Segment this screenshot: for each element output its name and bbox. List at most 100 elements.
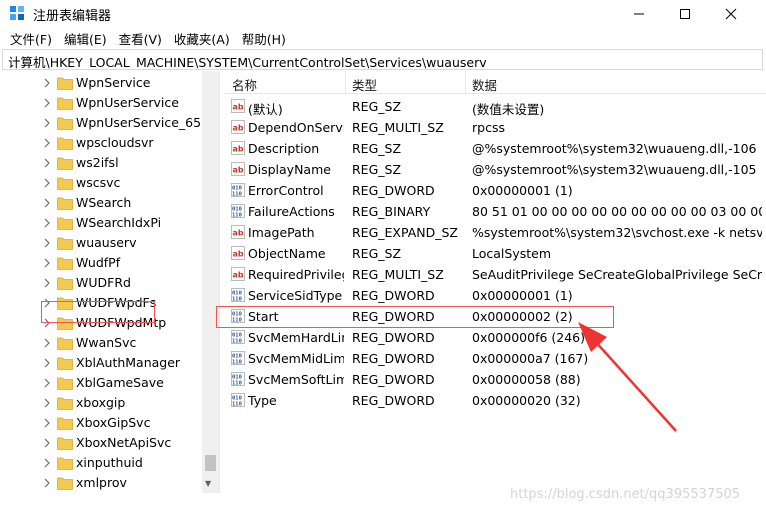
folder-icon xyxy=(57,457,73,470)
tree-item-wpnuserservice_6510[interactable]: WpnUserService_6510 xyxy=(2,113,217,133)
chevron-right-icon[interactable] xyxy=(42,237,52,249)
value-row-errorcontrol[interactable]: 010 110 ErrorControl REG_DWORD 0x00000001 (1… xyxy=(224,180,766,201)
chevron-right-icon[interactable] xyxy=(42,97,52,109)
folder-icon xyxy=(57,377,73,390)
value-row-description[interactable]: ab Description REG_SZ @%systemroot%\system3… xyxy=(224,138,766,159)
scroll-down-arrow-icon[interactable]: ▼ xyxy=(205,479,211,488)
value-row-requiredprivileges[interactable]: ab RequiredPrivileges REG_MULTI_SZ SeAuditP… xyxy=(224,264,766,285)
tree-item-wsearchidxpi[interactable]: WSearchIdxPi xyxy=(2,213,202,233)
value-row-dependonservice[interactable]: ab DependOnService REG_MULTI_SZ rpcss xyxy=(224,117,766,138)
chevron-right-icon[interactable] xyxy=(42,457,52,469)
folder-icon xyxy=(57,357,73,370)
chevron-right-icon[interactable] xyxy=(42,337,52,349)
tree-item-wuauserv[interactable]: wuauserv xyxy=(2,233,202,253)
maximize-button[interactable] xyxy=(662,0,708,27)
chevron-right-icon[interactable] xyxy=(42,217,52,229)
menu-favorites[interactable]: 收藏夹(A) xyxy=(168,29,236,48)
value-data: @%systemroot%\system32\wuaueng.dll,-106 xyxy=(472,141,757,156)
tree-item-xblgamesave[interactable]: XblGameSave xyxy=(2,373,202,393)
tree-item-wsearch[interactable]: WSearch xyxy=(2,193,202,213)
minimize-button[interactable] xyxy=(616,0,662,27)
menu-view[interactable]: 查看(V) xyxy=(113,29,168,48)
tree-item-ws2ifsl[interactable]: ws2ifsl xyxy=(2,153,202,173)
tree-item-xmlprov[interactable]: xmlprov xyxy=(2,473,202,493)
value-type: REG_DWORD xyxy=(352,330,435,345)
value-name: RequiredPrivileges xyxy=(248,267,344,282)
chevron-right-icon[interactable] xyxy=(42,417,52,429)
value-row-imagepath[interactable]: ab ImagePath REG_EXPAND_SZ %systemroot%\sys… xyxy=(224,222,766,243)
binary-value-icon: 010110 xyxy=(231,372,245,386)
chevron-right-icon[interactable] xyxy=(42,177,52,189)
value-row-displayname[interactable]: ab DisplayName REG_SZ @%systemroot%\system3… xyxy=(224,159,766,180)
tree-item-wscsvc[interactable]: wscsvc xyxy=(2,173,202,193)
string-value-icon: ab xyxy=(231,99,245,113)
value-type: REG_MULTI_SZ xyxy=(352,120,444,135)
tree-item-wpnservice[interactable]: WpnService xyxy=(2,73,202,93)
chevron-right-icon[interactable] xyxy=(42,277,52,289)
chevron-right-icon[interactable] xyxy=(42,197,52,209)
value-row-failureactions[interactable]: 010 110 FailureActions REG_BINARY 80 51 01 0… xyxy=(224,201,766,222)
tree-item-xinputhuid[interactable]: xinputhuid xyxy=(2,453,202,473)
folder-icon xyxy=(57,117,73,130)
menu-help[interactable]: 帮助(H) xyxy=(236,29,292,48)
tree-item-wwansvc[interactable]: WwanSvc xyxy=(2,333,202,353)
value-data: 0x00000001 (1) xyxy=(472,183,573,198)
chevron-right-icon[interactable] xyxy=(42,77,52,89)
value-row-type[interactable]: 010 110 Type REG_DWORD 0x00000020 (32) xyxy=(224,390,766,411)
column-header-type[interactable]: 类型 xyxy=(352,75,377,94)
binary-value-icon: 010110 xyxy=(231,393,245,407)
folder-icon xyxy=(57,417,73,430)
svg-text:110: 110 xyxy=(232,297,242,303)
tree-item-xblauthmanager[interactable]: XblAuthManager xyxy=(2,353,202,373)
folder-icon xyxy=(57,197,73,210)
value-data: LocalSystem xyxy=(472,246,552,261)
value-row-svcmemhardlimit[interactable]: 010110SvcMemHardLimit REG_DWORD 0x000000f6… xyxy=(224,327,766,348)
chevron-right-icon[interactable] xyxy=(42,137,52,149)
binary-value-icon: 010110 xyxy=(231,204,245,218)
value-data: 80 51 01 00 00 00 00 00 00 00 00 00 03 0… xyxy=(472,204,762,219)
chevron-right-icon[interactable] xyxy=(42,437,52,449)
chevron-right-icon[interactable] xyxy=(42,117,52,129)
chevron-right-icon[interactable] xyxy=(42,257,52,269)
tree-item-xboxgipsvc[interactable]: XboxGipSvc xyxy=(2,413,202,433)
chevron-right-icon[interactable] xyxy=(42,477,52,489)
value-row-servicesidtype[interactable]: 010 110 ServiceSidType REG_DWORD 0x00000001 … xyxy=(224,285,766,306)
value-row-objectname[interactable]: ab ObjectName REG_SZ LocalSystem xyxy=(224,243,766,264)
chevron-right-icon[interactable] xyxy=(42,397,52,409)
tree-item-label: wpscloudsvr xyxy=(76,135,154,150)
value-type: REG_DWORD xyxy=(352,393,435,408)
column-divider[interactable] xyxy=(345,71,346,94)
close-button[interactable] xyxy=(708,0,754,27)
folder-icon xyxy=(57,337,73,350)
tree-item-wudfrd[interactable]: WUDFRd xyxy=(2,273,202,293)
tree-item-wpnuserservice[interactable]: WpnUserService xyxy=(2,93,202,113)
svg-text:ab: ab xyxy=(233,166,244,175)
column-divider[interactable] xyxy=(465,71,466,94)
value-data: %systemroot%\system32\svchost.exe -k net… xyxy=(472,225,762,240)
tree-item-label: WSearchIdxPi xyxy=(76,215,162,230)
value-row-svcmemmidlimit[interactable]: 010 110 SvcMemMidLimit REG_DWORD 0x000000a7 … xyxy=(224,348,766,369)
tree-scrollbar-thumb[interactable] xyxy=(205,455,216,471)
value-type: REG_BINARY xyxy=(352,204,431,219)
value-row-svcmemsoftlimit[interactable]: 010110SvcMemSoftLimit REG_DWORD 0x00000058… xyxy=(224,369,766,390)
tree-scrollbar[interactable]: ▼ xyxy=(202,71,219,493)
value-row-[interactable]: ab (默认) REG_SZ (数值未设置) xyxy=(224,96,766,117)
menu-file[interactable]: 文件(F) xyxy=(4,29,58,48)
menu-edit[interactable]: 编辑(E) xyxy=(58,29,113,48)
tree-item-wudfpf[interactable]: WudfPf xyxy=(2,253,202,273)
selected-key-highlight xyxy=(41,301,155,323)
value-name: DisplayName xyxy=(248,162,331,177)
binary-value-icon: 010110 xyxy=(231,288,245,302)
chevron-right-icon[interactable] xyxy=(42,157,52,169)
tree-item-wpscloudsvr[interactable]: wpscloudsvr xyxy=(2,133,202,153)
tree-item-xboxgip[interactable]: xboxgip xyxy=(2,393,202,413)
column-header-data[interactable]: 数据 xyxy=(472,75,497,94)
column-header-name[interactable]: 名称 xyxy=(232,75,257,94)
chevron-right-icon[interactable] xyxy=(42,357,52,369)
svg-text:ab: ab xyxy=(233,271,244,280)
chevron-right-icon[interactable] xyxy=(42,377,52,389)
tree-item-xboxnetapisvc[interactable]: XboxNetApiSvc xyxy=(2,433,202,453)
address-bar[interactable]: 计算机\HKEY_LOCAL_MACHINE\SYSTEM\CurrentCon… xyxy=(2,49,763,70)
svg-text:ab: ab xyxy=(233,229,244,238)
string-value-icon: ab xyxy=(231,162,245,176)
